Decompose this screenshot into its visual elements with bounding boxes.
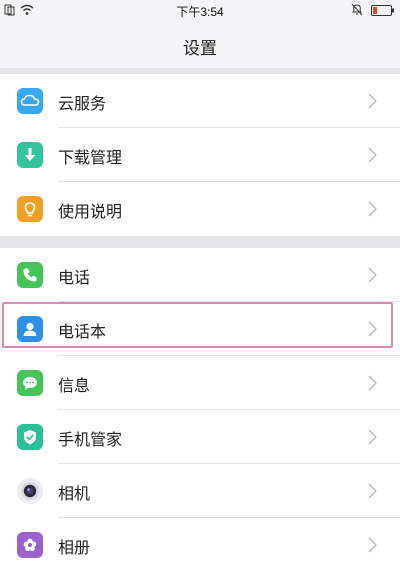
settings-item-contacts[interactable]: 电话本 (0, 302, 400, 356)
chevron-right-icon (368, 267, 377, 287)
chevron-right-icon (368, 375, 377, 395)
settings-item-label: 电话 (58, 268, 91, 287)
settings-item-label: 相册 (58, 538, 91, 557)
settings-item-phone[interactable]: 电话 (0, 248, 400, 302)
silent-icon (351, 3, 363, 19)
lightbulb-icon (17, 196, 43, 222)
album-icon (17, 532, 43, 558)
group-separator (0, 236, 400, 248)
settings-item-label: 下载管理 (58, 148, 123, 167)
settings-item-messages[interactable]: 信息 (0, 356, 400, 410)
phone-icon (17, 262, 43, 288)
settings-item-cloud-service[interactable]: 云服务 (0, 74, 400, 128)
settings-item-label: 使用说明 (58, 202, 123, 221)
title-bar: 设置 (0, 22, 400, 68)
settings-item-label: 手机管家 (58, 430, 123, 449)
camera-icon (17, 478, 43, 504)
chevron-right-icon (368, 483, 377, 503)
settings-item-camera[interactable]: 相机 (0, 464, 400, 518)
chevron-right-icon (368, 201, 377, 221)
status-bar: 下午3:54 (0, 0, 400, 22)
settings-item-phone-manager[interactable]: 手机管家 (0, 410, 400, 464)
settings-item-label: 相机 (58, 484, 91, 503)
settings-item-label: 电话本 (58, 322, 107, 341)
chevron-right-icon (368, 429, 377, 449)
status-time: 下午3:54 (176, 5, 224, 19)
settings-item-download-manager[interactable]: 下载管理 (0, 128, 400, 182)
settings-item-album[interactable]: 相册 (0, 518, 400, 568)
page-title: 设置 (183, 39, 217, 59)
cloud-icon (17, 88, 43, 114)
shield-icon (17, 424, 43, 450)
battery-icon (371, 5, 395, 19)
download-icon (17, 142, 43, 168)
contacts-icon (17, 316, 43, 342)
settings-item-label: 云服务 (58, 94, 107, 113)
chevron-right-icon (368, 93, 377, 113)
message-icon (17, 370, 43, 396)
chevron-right-icon (368, 321, 377, 341)
settings-item-user-manual[interactable]: 使用说明 (0, 182, 400, 236)
chevron-right-icon (368, 537, 377, 557)
chevron-right-icon (368, 147, 377, 167)
settings-item-label: 信息 (58, 376, 91, 395)
